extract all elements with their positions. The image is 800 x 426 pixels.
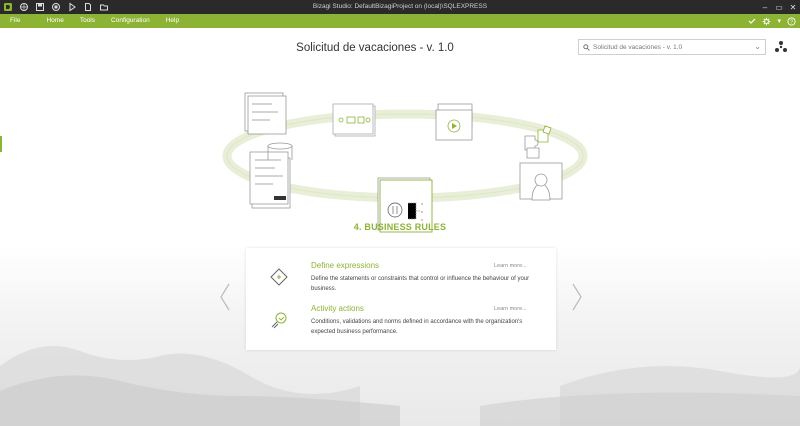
svg-text:x: x [421, 209, 423, 214]
globe-icon[interactable] [16, 0, 32, 14]
process-model-step-icon [332, 103, 376, 137]
chevron-down-icon[interactable]: ⌄ [754, 42, 761, 51]
rule-activity-actions[interactable]: Activity actions Learn more... Condition… [246, 295, 556, 341]
help-icon[interactable]: ? [787, 16, 796, 26]
run-icon[interactable] [64, 0, 80, 14]
menu-configuration[interactable]: Configuration [103, 14, 158, 28]
chevron-down-icon[interactable]: ▾ [777, 17, 781, 25]
save-icon[interactable] [32, 0, 48, 14]
svg-text:x: x [421, 201, 423, 206]
rule-title[interactable]: Define expressions [311, 261, 379, 270]
process-search-dropdown[interactable]: Solicitud de vacaciones - v. 1.0 ⌄ [578, 39, 766, 55]
search-icon [583, 43, 590, 51]
checkmark-icon[interactable] [748, 17, 756, 25]
search-value: Solicitud de vacaciones - v. 1.0 [593, 43, 683, 51]
activity-actions-icon [271, 312, 287, 329]
previous-arrow-icon[interactable] [218, 282, 232, 312]
window-title: Bizagi Studio: DefaultBizagiProject on (… [312, 3, 488, 10]
menu-right-tools: ▾ ? [748, 14, 796, 28]
maximize-icon[interactable]: ▭ [772, 0, 786, 14]
network-icon[interactable] [774, 40, 788, 54]
document-icon[interactable] [80, 0, 96, 14]
learn-more-link[interactable]: Learn more... [494, 306, 527, 312]
title-bar: Bizagi Studio: DefaultBizagiProject on (… [0, 0, 800, 14]
expression-diamond-icon [270, 268, 288, 286]
rule-title[interactable]: Activity actions [311, 304, 364, 313]
close-icon[interactable]: ✕ [786, 0, 800, 14]
svg-text:?: ? [790, 19, 793, 25]
window-controls: – ▭ ✕ [758, 0, 800, 14]
run-step-icon [435, 103, 473, 141]
quick-access-toolbar [0, 0, 112, 14]
business-rules-card: Define expressions Learn more... Define … [246, 248, 556, 350]
bizagi-logo-icon[interactable] [0, 0, 16, 14]
learn-more-link[interactable]: Learn more... [494, 263, 527, 269]
rule-description: Define the statements or constraints tha… [311, 276, 530, 292]
rule-define-expressions[interactable]: Define expressions Learn more... Define … [246, 252, 556, 298]
forms-step-icon [244, 92, 293, 209]
next-arrow-icon[interactable] [570, 282, 584, 312]
stage-title: 4. BUSINESS RULES [353, 222, 447, 232]
menu-tools[interactable]: Tools [72, 14, 103, 28]
stop-icon[interactable] [48, 0, 64, 14]
menu-help[interactable]: Help [158, 14, 187, 28]
menu-file[interactable]: File [0, 14, 38, 28]
menu-home[interactable]: Home [38, 14, 71, 28]
wizard-steps-illustration: x x x [222, 92, 588, 233]
left-edge-indicator [0, 136, 2, 152]
folder-icon[interactable] [96, 0, 112, 14]
settings-icon[interactable] [762, 17, 771, 26]
rule-description: Conditions, validations and norms define… [311, 319, 523, 335]
main-content: Solicitud de vacaciones - v. 1.0 Solicit… [0, 28, 800, 426]
menu-bar: File Home Tools Configuration Help ▾ ? [0, 14, 800, 28]
minimize-icon[interactable]: – [758, 0, 772, 14]
page-title: Solicitud de vacaciones - v. 1.0 [296, 42, 454, 54]
